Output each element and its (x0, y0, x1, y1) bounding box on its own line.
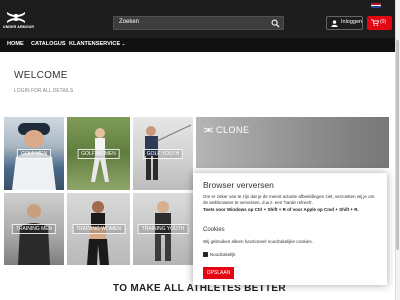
top-header: UNDER ARMOUR Zoeken Inloggen (0) (0, 0, 395, 38)
save-button[interactable]: OPSLAAN (203, 267, 234, 279)
nav-item-catalogus[interactable]: CATALOGUS (31, 41, 66, 47)
popup-shortcut: Toets voor Windows op Ctrl + Shift + R o… (203, 207, 359, 212)
scrollbar-thumb[interactable] (396, 40, 399, 250)
cookies-title: Cookies (203, 227, 225, 233)
page-subtitle: LOGIN FOR ALL DETAILS (14, 88, 74, 94)
nav-item-klantenservice-label: KLANTENSERVICE (69, 41, 121, 47)
popup-body: Om er zeker van te zijn dat je de meest … (203, 194, 375, 205)
page-title: WELCOME (14, 70, 68, 81)
nav-item-klantenservice[interactable]: KLANTENSERVICE ⌄ (69, 41, 125, 47)
main-nav: HOME CATALOGUS KLANTENSERVICE ⌄ (0, 38, 395, 52)
tile-golf-women-label: GOLF WOMEN (77, 148, 120, 159)
cart-button[interactable]: (0) (367, 16, 392, 30)
tile-training-women[interactable]: TRAINING WOMEN (67, 193, 130, 265)
flag-stripe-blue (371, 6, 381, 8)
necessary-checkbox-label: Noodzakelijk (210, 252, 236, 257)
tile-training-men-label: TRAINING MEN (11, 224, 57, 234)
tile-training-men[interactable]: TRAINING MEN (4, 193, 64, 265)
scrollbar[interactable] (395, 0, 400, 300)
tile-golf-men-label: GOLF MEN (16, 148, 52, 159)
chevron-down-icon: ⌄ (121, 41, 126, 46)
tile-training-youth-label: TRAINING YOUTH (137, 224, 189, 234)
login-button[interactable]: Inloggen (326, 16, 363, 30)
brand-tagline: UNDER ARMOUR (3, 25, 35, 29)
tile-training-youth[interactable]: TRAINING YOUTH (133, 193, 193, 265)
search-icon[interactable] (271, 19, 280, 28)
tile-golf-youth[interactable]: GOLF YOUTH (133, 117, 193, 190)
clone-banner[interactable]: CLONE (196, 117, 389, 168)
cart-count: (0) (380, 19, 387, 25)
banner-label: CLONE (216, 125, 250, 135)
tile-golf-youth-label: GOLF YOUTH (142, 148, 184, 159)
search-placeholder: Zoeken (119, 19, 140, 25)
under-armour-logo-icon (7, 12, 25, 23)
nav-item-home[interactable]: HOME (7, 41, 24, 47)
cart-icon (371, 19, 379, 26)
tile-golf-women[interactable]: GOLF WOMEN (67, 117, 130, 190)
banner-title: CLONE (203, 125, 250, 135)
user-icon (331, 20, 338, 27)
under-armour-logo-icon (204, 127, 213, 133)
popup-title: Browser verversen (203, 180, 274, 190)
cookies-body: Wij gebruiken alleen functioneel noodzak… (203, 239, 313, 244)
browser-refresh-popup: Browser verversen Om er zeker van te zij… (193, 173, 387, 285)
login-label: Inloggen (341, 19, 363, 25)
search-input[interactable]: Zoeken (113, 16, 284, 30)
language-flag-icon[interactable] (371, 3, 381, 8)
tile-golf-men[interactable]: GOLF MEN (4, 117, 64, 190)
tile-training-women-label: TRAINING WOMEN (72, 224, 125, 234)
brand-logo[interactable]: UNDER ARMOUR (3, 11, 35, 29)
necessary-checkbox[interactable] (203, 252, 208, 257)
